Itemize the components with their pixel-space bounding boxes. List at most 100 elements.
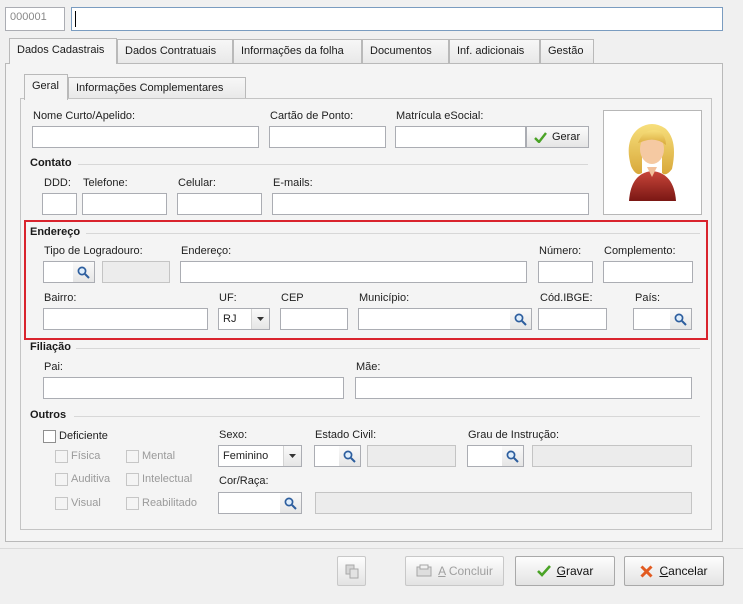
nome-curto-label: Nome Curto/Apelido: [33,110,136,122]
pais-input[interactable] [633,308,671,330]
gravar-label: Gravar [556,564,594,578]
complemento-label: Complemento: [604,245,676,257]
gerar-label: Gerar [552,131,581,143]
concluir-label: A Concluir [438,564,493,578]
ddd-input[interactable] [42,193,77,215]
matricula-label: Matrícula eSocial: [396,110,484,122]
mental-checkbox[interactable] [126,450,139,463]
copy-icon [345,564,358,579]
sexo-value: Feminino [223,450,269,462]
search-icon [343,450,356,463]
tipo-logradouro-search-button[interactable] [73,261,95,283]
outros-title: Outros [30,409,67,421]
endereco-divider [86,233,700,234]
auditiva-label: Auditiva [71,473,111,485]
bairro-input[interactable] [43,308,208,330]
outros-divider [74,416,700,417]
emails-input[interactable] [272,193,589,215]
grau-instrucao-label: Grau de Instrução: [468,429,560,441]
fisica-label: Física [71,450,101,462]
search-icon [284,497,297,510]
nome-curto-input[interactable] [32,126,259,148]
municipio-search-button[interactable] [510,308,532,330]
telefone-label: Telefone: [83,177,128,189]
deficiente-checkbox[interactable] [43,430,56,443]
tipo-logradouro-label: Tipo de Logradouro: [44,245,143,257]
municipio-label: Município: [359,292,410,304]
search-icon [77,266,90,279]
uf-select[interactable]: RJ [218,308,270,330]
cep-input[interactable] [280,308,348,330]
cor-raca-desc [315,492,692,514]
tab-informacoes-folha[interactable]: Informações da folha [233,39,362,63]
numero-label: Número: [539,245,582,257]
cod-ibge-label: Cód.IBGE: [540,292,593,304]
numero-input[interactable] [538,261,593,283]
estado-civil-desc [367,445,456,467]
deficiente-label: Deficiente [59,430,108,442]
gravar-button[interactable]: Gravar [515,556,615,586]
gerar-button[interactable]: Gerar [526,126,589,148]
reabilitado-label: Reabilitado [142,497,198,509]
document-icon [416,564,432,577]
cor-raca-label: Cor/Raça: [219,475,269,487]
search-icon [674,313,687,326]
intelectual-checkbox[interactable] [126,473,139,486]
cancelar-button[interactable]: Cancelar [624,556,724,586]
cartao-ponto-input[interactable] [269,126,386,148]
uf-value: RJ [223,313,237,325]
endereco-title: Endereço [30,226,81,238]
copy-button[interactable] [337,556,366,586]
cor-raca-input[interactable] [218,492,281,514]
tipo-logradouro-input[interactable] [43,261,74,283]
tab-label: Informações da folha [241,45,344,57]
code-field[interactable]: 000001 [5,7,65,31]
tab-documentos[interactable]: Documentos [362,39,449,63]
sexo-select[interactable]: Feminino [218,445,302,467]
celular-label: Celular: [178,177,216,189]
tab-gestao[interactable]: Gestão [540,39,594,63]
close-icon [640,564,654,578]
grau-instrucao-search-button[interactable] [502,445,524,467]
filiacao-divider [76,348,700,349]
subtab-geral[interactable]: Geral [24,74,68,100]
pais-search-button[interactable] [670,308,692,330]
contato-divider [78,164,588,165]
mae-input[interactable] [355,377,692,399]
cep-label: CEP [281,292,304,304]
pai-input[interactable] [43,377,344,399]
user-avatar-icon [628,124,676,201]
estado-civil-input[interactable] [314,445,340,467]
visual-checkbox[interactable] [55,497,68,510]
subtab-informacoes-complementares[interactable]: Informações Complementares [68,77,246,99]
tab-dados-cadastrais[interactable]: Dados Cadastrais [9,38,117,64]
contato-title: Contato [30,157,72,169]
auditiva-checkbox[interactable] [55,473,68,486]
cor-raca-search-button[interactable] [280,492,302,514]
mental-label: Mental [142,450,176,462]
grau-instrucao-input[interactable] [467,445,503,467]
celular-input[interactable] [177,193,262,215]
chevron-down-icon [283,446,301,466]
complemento-input[interactable] [603,261,693,283]
endereco-input[interactable] [180,261,527,283]
fisica-checkbox[interactable] [55,450,68,463]
pai-label: Pai: [44,361,63,373]
concluir-button[interactable]: A Concluir [405,556,504,586]
municipio-input[interactable] [358,308,511,330]
tab-inf-adicionais[interactable]: Inf. adicionais [449,39,540,63]
endereco-label: Endereço: [181,245,232,257]
filiacao-title: Filiação [30,341,71,353]
cod-ibge-input[interactable] [538,308,607,330]
matricula-input[interactable] [395,126,526,148]
emails-label: E-mails: [273,177,313,189]
reabilitado-checkbox[interactable] [126,497,139,510]
name-field[interactable] [71,7,723,31]
estado-civil-label: Estado Civil: [315,429,377,441]
tab-label: Informações Complementares [76,82,224,94]
tab-dados-contratuais[interactable]: Dados Contratuais [117,39,233,63]
telefone-input[interactable] [82,193,167,215]
employee-photo[interactable] [603,110,702,215]
mae-label: Mãe: [356,361,381,373]
estado-civil-search-button[interactable] [339,445,361,467]
